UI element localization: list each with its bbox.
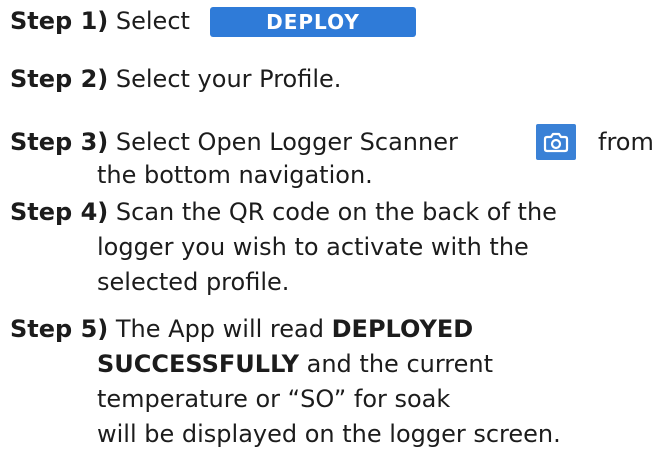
step-3-text: Select Open Logger Scanner	[115, 128, 458, 156]
step-5-line-4: will be displayed on the logger screen.	[97, 420, 561, 448]
step-5-successfully: SUCCESSFULLY	[97, 350, 299, 378]
step-2-label: Step 2)	[10, 65, 109, 93]
camera-icon	[543, 132, 569, 153]
step-2-line: Step 2) Select your Profile.	[10, 64, 341, 94]
step-3-from: from	[598, 128, 654, 156]
step-1-label: Step 1)	[10, 7, 109, 35]
step-5-deployed: DEPLOYED	[331, 315, 474, 343]
step-4-text: Scan the QR code on the back of the	[115, 198, 557, 226]
step-3-line: Step 3) Select Open Logger Scanner	[10, 127, 458, 157]
step-4-line: Step 4) Scan the QR code on the back of …	[10, 197, 557, 227]
step-5-line-2: SUCCESSFULLY and the current	[97, 349, 493, 379]
open-logger-scanner-button[interactable]	[536, 124, 576, 160]
step-5-text: The App will read	[115, 315, 324, 343]
step-3-line-2: the bottom navigation.	[97, 161, 373, 189]
step-4-label: Step 4)	[10, 198, 109, 226]
step-5-line: Step 5) The App will read DEPLOYED	[10, 314, 473, 344]
step-4-line-3: selected profile.	[97, 268, 290, 296]
step-1-line: Step 1) Select	[10, 6, 190, 36]
step-1-text: Select	[115, 7, 190, 35]
step-3-label: Step 3)	[10, 128, 109, 156]
step-5-line-2-text: and the current	[306, 350, 494, 378]
step-4-line-2: logger you wish to activate with the	[97, 233, 529, 261]
step-2-text: Select your Profile.	[115, 65, 342, 93]
deploy-button[interactable]: DEPLOY	[210, 7, 416, 37]
step-5-line-3: temperature or “SO” for soak	[97, 385, 451, 413]
step-5-label: Step 5)	[10, 315, 109, 343]
